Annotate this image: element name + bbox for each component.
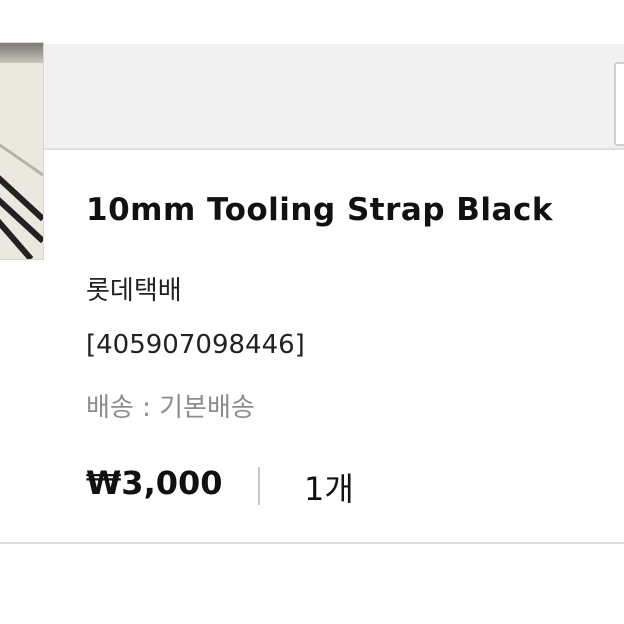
tracking-number[interactable]: [405907098446] (86, 330, 305, 360)
courier-name: 롯데택배 (86, 276, 182, 306)
header-action-box[interactable] (614, 62, 624, 146)
header-bar (0, 44, 624, 150)
item-quantity: 1개 (304, 470, 354, 508)
price-quantity-divider (258, 467, 260, 505)
product-name[interactable]: 10mm Tooling Strap Black (86, 192, 553, 228)
item-price: ₩3,000 (86, 464, 223, 502)
shipping-method: 배송 : 기본배송 (86, 393, 255, 423)
product-thumbnail[interactable] (0, 42, 44, 260)
strap-image (0, 63, 43, 259)
section-divider (0, 542, 624, 544)
top-spacer (0, 0, 624, 44)
order-item-page: 10mm Tooling Strap Black 롯데택배 [405907098… (0, 0, 624, 624)
